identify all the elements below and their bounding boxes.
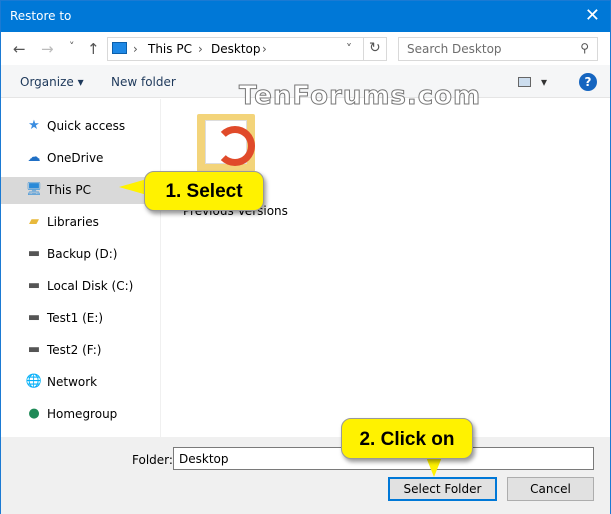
- navigation-bar: ← → ˅ ↑ › This PC › Desktop › ˅ ↻ Search…: [1, 32, 610, 65]
- sidebar-item-quick-access[interactable]: ★ Quick access: [1, 113, 160, 140]
- search-icon[interactable]: ⚲: [580, 41, 589, 55]
- chevron-right-icon[interactable]: ›: [262, 42, 267, 56]
- chevron-down-icon[interactable]: ˅: [346, 42, 352, 56]
- callout-select: 1. Select: [144, 171, 264, 211]
- new-folder-button[interactable]: New folder: [111, 75, 176, 89]
- sidebar-item-onedrive[interactable]: ☁ OneDrive: [1, 145, 160, 172]
- breadcrumb-this-pc[interactable]: This PC: [148, 42, 192, 56]
- view-icon[interactable]: [518, 77, 531, 87]
- sidebar-item-label: Backup (D:): [47, 247, 118, 261]
- sidebar-item-label: Test1 (E:): [47, 311, 104, 325]
- sidebar-item-icon: ☁: [27, 150, 41, 165]
- address-bar[interactable]: › This PC › Desktop › ˅ ↻: [107, 37, 387, 61]
- sidebar-item-label: This PC: [47, 183, 91, 197]
- sidebar-item-icon: ▬: [27, 278, 41, 293]
- this-pc-icon: [112, 42, 127, 54]
- navigation-pane: ★ Quick access ☁ OneDrive 🖥 This PC ▰ Libraries…: [1, 99, 161, 437]
- close-icon[interactable]: ✕: [585, 5, 600, 26]
- sidebar-item-label: Libraries: [47, 215, 99, 229]
- search-box[interactable]: Search Desktop ⚲: [398, 37, 598, 61]
- folder-label: Folder:: [132, 453, 173, 467]
- sidebar-item-icon: ▬: [27, 246, 41, 261]
- recent-locations-icon[interactable]: ˅: [69, 40, 75, 53]
- window-title: Restore to: [10, 9, 72, 23]
- sidebar-item-icon: ▰: [29, 214, 39, 229]
- sidebar-item-icon: 🖥: [25, 182, 43, 197]
- sidebar-item-label: Homegroup: [47, 407, 118, 421]
- sidebar-item-homegroup[interactable]: ● Homegroup: [1, 401, 160, 428]
- callout-pointer: [119, 179, 147, 195]
- sidebar-item-local-disk-c[interactable]: ▬ Local Disk (C:): [1, 273, 160, 300]
- sidebar-item-backup-d[interactable]: ▬ Backup (D:): [1, 241, 160, 268]
- sidebar-item-icon: ●: [28, 406, 40, 421]
- sidebar-item-test2-f[interactable]: ▬ Test2 (F:): [1, 337, 160, 364]
- forward-arrow-icon[interactable]: →: [41, 40, 54, 58]
- footer: Folder: Desktop Select Folder Cancel: [1, 437, 610, 514]
- organize-button[interactable]: Organize ▾: [20, 75, 84, 89]
- folder-icon[interactable]: [197, 114, 255, 172]
- sidebar-item-icon: ▬: [27, 342, 41, 357]
- chevron-right-icon: ›: [133, 42, 138, 56]
- sidebar-item-test1-e[interactable]: ▬ Test1 (E:): [1, 305, 160, 332]
- divider: [363, 38, 364, 60]
- sidebar-item-libraries[interactable]: ▰ Libraries: [1, 209, 160, 236]
- callout-click-on: 2. Click on: [341, 418, 473, 459]
- sidebar-item-label: Network: [47, 375, 98, 389]
- up-arrow-icon[interactable]: ↑: [87, 40, 100, 58]
- breadcrumb-desktop[interactable]: Desktop: [211, 42, 261, 56]
- cancel-button[interactable]: Cancel: [507, 477, 594, 501]
- title-bar: Restore to ✕: [1, 1, 610, 32]
- sidebar-item-label: Quick access: [47, 119, 126, 133]
- search-input[interactable]: Search Desktop: [407, 42, 502, 56]
- sidebar-item-label: Test2 (F:): [47, 343, 102, 357]
- chevron-right-icon: ›: [198, 42, 203, 56]
- callout-pointer: [426, 457, 442, 477]
- back-arrow-icon[interactable]: ←: [13, 40, 26, 58]
- sidebar-item-icon: 🌐: [25, 374, 43, 389]
- sidebar-item-label: Local Disk (C:): [47, 279, 134, 293]
- sidebar-item-label: OneDrive: [47, 151, 104, 165]
- sidebar-item-network[interactable]: 🌐 Network: [1, 369, 160, 396]
- select-folder-button[interactable]: Select Folder: [388, 477, 497, 501]
- sidebar-item-icon: ▬: [27, 310, 41, 325]
- dialog-window: Restore to ✕ ← → ˅ ↑ › This PC › Desktop…: [0, 0, 611, 514]
- help-icon[interactable]: ?: [579, 73, 597, 91]
- view-dropdown-icon[interactable]: ▾: [541, 75, 547, 89]
- refresh-icon[interactable]: ↻: [369, 40, 381, 56]
- sidebar-item-icon: ★: [28, 118, 40, 133]
- watermark: TenForums.com: [238, 81, 482, 112]
